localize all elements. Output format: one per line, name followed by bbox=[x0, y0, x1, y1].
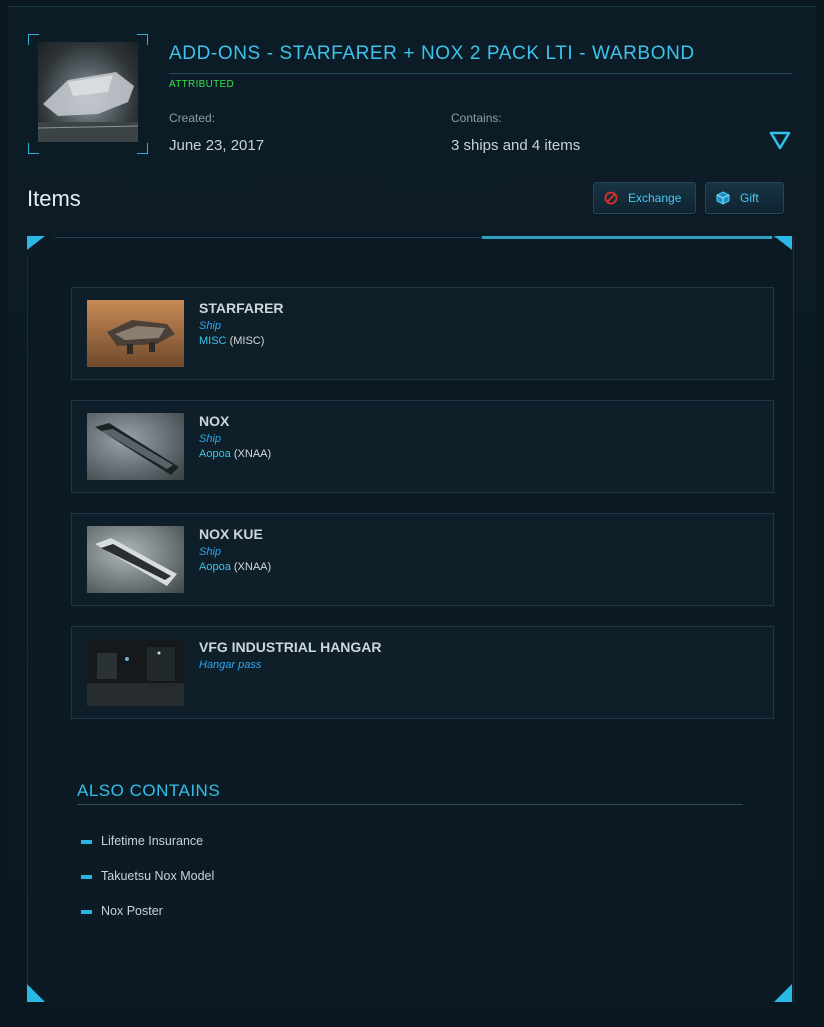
gift-label: Gift bbox=[740, 191, 759, 205]
panel-corner-top-right bbox=[762, 236, 792, 266]
pledge-title: ADD-ONS - STARFARER + NOX 2 PACK LTI - W… bbox=[169, 43, 695, 64]
item-name: NOX KUE bbox=[199, 526, 263, 542]
exchange-label: Exchange bbox=[628, 191, 682, 205]
item-kind: Ship bbox=[199, 320, 222, 332]
bullet-icon bbox=[81, 910, 92, 914]
nox-kue-image bbox=[87, 526, 184, 593]
status-badge: ATTRIBUTED bbox=[169, 79, 235, 90]
contains-label: Contains: bbox=[451, 111, 502, 125]
title-divider bbox=[169, 73, 792, 74]
bullet-icon bbox=[81, 875, 92, 879]
prohibited-icon bbox=[604, 191, 618, 205]
bullet-icon bbox=[81, 840, 92, 844]
exchange-button[interactable]: Exchange bbox=[593, 182, 696, 214]
starfarer-image bbox=[87, 300, 184, 367]
item-manufacturer: Aopoa (XNAA) bbox=[199, 448, 272, 460]
items-heading: Items bbox=[27, 186, 81, 211]
nox-image bbox=[87, 413, 184, 480]
item-name: NOX bbox=[199, 413, 230, 429]
ship-image bbox=[37, 42, 139, 142]
triangle-down-icon[interactable] bbox=[768, 128, 792, 152]
panel-top-glow bbox=[482, 236, 772, 239]
also-contains-divider bbox=[77, 804, 743, 805]
created-value: June 23, 2017 bbox=[169, 137, 265, 154]
item-kind: Hangar pass bbox=[199, 659, 262, 671]
gift-button[interactable]: Gift bbox=[705, 182, 784, 214]
item-kind: Ship bbox=[199, 433, 222, 445]
panel-corner-top-left bbox=[27, 236, 57, 266]
item-name: STARFARER bbox=[199, 300, 284, 316]
item-manufacturer: Aopoa (XNAA) bbox=[199, 561, 272, 573]
list-item[interactable]: NOX Ship Aopoa (XNAA) bbox=[71, 400, 774, 493]
item-name: VFG INDUSTRIAL HANGAR bbox=[199, 639, 382, 655]
panel-corner-bottom-left bbox=[27, 972, 57, 1002]
pledge-thumbnail[interactable] bbox=[28, 34, 148, 154]
item-manufacturer: MISC (MISC) bbox=[199, 335, 265, 347]
also-contains-heading: ALSO CONTAINS bbox=[77, 781, 221, 800]
hangar-image bbox=[87, 639, 184, 706]
panel-corner-bottom-right bbox=[762, 972, 792, 1002]
list-item[interactable]: NOX KUE Ship Aopoa (XNAA) bbox=[71, 513, 774, 606]
contains-value: 3 ships and 4 items bbox=[451, 137, 581, 154]
list-item[interactable]: STARFARER Ship MISC (MISC) bbox=[71, 287, 774, 380]
list-item[interactable]: VFG INDUSTRIAL HANGAR Hangar pass bbox=[71, 626, 774, 719]
cube-icon bbox=[716, 191, 730, 205]
item-kind: Ship bbox=[199, 546, 222, 558]
created-label: Created: bbox=[169, 111, 216, 125]
